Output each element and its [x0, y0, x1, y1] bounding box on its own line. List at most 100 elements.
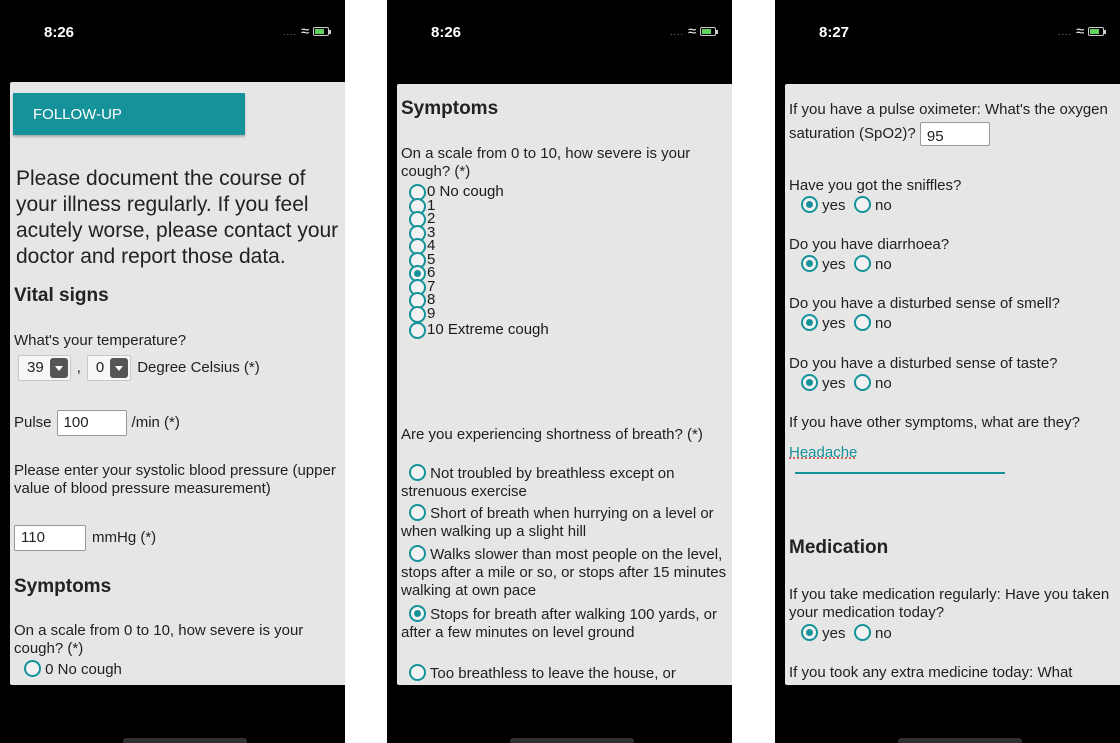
breath-option[interactable]: Too breathless to leave the house, or [397, 664, 732, 683]
symptoms-heading: Symptoms [401, 98, 499, 119]
cough-option[interactable]: 5 [409, 251, 549, 269]
intro-text: Please document the course of your illne… [16, 167, 339, 268]
pulse-input[interactable]: 100 [56, 410, 127, 436]
chevron-down-icon [110, 358, 129, 378]
radio-yes-selected[interactable] [801, 255, 818, 272]
radio-yes-selected[interactable] [801, 624, 818, 641]
decimal-separator: , [76, 359, 81, 376]
medication-question: If you take medication regularly: Have y… [789, 586, 1110, 621]
temperature-decimal-value: 0 [95, 359, 105, 376]
cough-scale: 0 No cough 1 2 3 4 5 6 7 8 9 10 Extreme … [409, 184, 549, 339]
radio-button[interactable] [409, 305, 426, 323]
text-field-underline [795, 472, 1005, 474]
radio-button[interactable] [409, 504, 426, 521]
radio-button[interactable] [409, 545, 426, 562]
cough-option[interactable]: 3 [409, 224, 549, 242]
battery-icon [313, 27, 332, 36]
status-icons: .... ≈ [283, 23, 332, 40]
spo2-input[interactable]: 95 [919, 122, 990, 147]
status-time: 8:26 [431, 24, 462, 41]
diarrhoea-options: yes no [785, 255, 1120, 274]
radio-no[interactable] [853, 314, 871, 331]
no-label: no [875, 625, 892, 642]
signal-icon: .... [283, 26, 298, 37]
radio-button-selected[interactable] [409, 605, 426, 622]
status-icons: .... ≈ [1058, 24, 1107, 39]
cough-option[interactable]: 2 [409, 211, 549, 228]
radio-yes-selected[interactable] [801, 196, 818, 213]
temperature-question: What's your temperature? [14, 332, 187, 349]
cough-option-0[interactable]: 0 No cough [10, 660, 345, 679]
breath-option-label: Stops for breath after walking 100 yards… [401, 606, 717, 641]
cough-option-label: 0 No cough [45, 661, 122, 678]
status-bar: 8:27 .... ≈ [775, 0, 1120, 80]
battery-icon [1088, 27, 1107, 36]
smell-options: yes no [785, 314, 1120, 333]
breath-option[interactable]: Short of breath when hurrying on a level… [397, 504, 732, 541]
yes-label: yes [822, 256, 846, 273]
cough-option[interactable]: 9 [409, 304, 549, 323]
breath-option-label: Not troubled by breathless except on str… [401, 465, 675, 500]
breath-question: Are you experiencing shortness of breath… [401, 426, 703, 443]
radio-no[interactable] [853, 196, 871, 213]
radio-yes-selected[interactable] [801, 314, 818, 331]
yes-label: yes [822, 197, 846, 214]
cough-option-label: 10 Extreme cough [427, 321, 549, 338]
medication-options: yes no [785, 624, 1120, 643]
breath-option-label: Too breathless to leave the house, or [429, 665, 676, 682]
cough-option[interactable]: 4 [409, 238, 549, 255]
app-content: Symptoms On a scale from 0 to 10, how se… [397, 84, 732, 685]
status-bar: 8:26 .... ≈ [0, 0, 345, 80]
bp-unit: mmHg (*) [92, 529, 157, 546]
no-label: no [875, 315, 892, 332]
wifi-icon: ≈ [301, 23, 310, 40]
radio-no[interactable] [853, 624, 871, 641]
home-indicator [510, 738, 634, 743]
radio-button[interactable] [409, 322, 426, 339]
cough-option[interactable]: 10 Extreme cough [409, 321, 549, 339]
cough-option[interactable]: 7 [409, 278, 549, 296]
pulse-row: Pulse 100 /min (*) [10, 410, 345, 436]
medication-heading: Medication [789, 537, 889, 558]
chevron-down-icon [49, 358, 68, 378]
yes-label: yes [822, 375, 846, 392]
cough-option[interactable]: 8 [409, 292, 549, 309]
other-symptoms-field[interactable]: Headache [785, 444, 1120, 462]
app-content: If you have a pulse oximeter: What's the… [785, 84, 1120, 685]
other-symptoms-value: Headache [789, 444, 858, 461]
temperature-whole-value: 39 [27, 359, 44, 376]
app-content: FOLLOW-UP Please document the course of … [10, 82, 345, 685]
other-symptoms-question: If you have other symptoms, what are the… [789, 414, 1080, 431]
radio-button[interactable] [409, 664, 426, 681]
breath-option[interactable]: Walks slower than most people on the lev… [397, 545, 732, 600]
radio-yes-selected[interactable] [801, 374, 818, 391]
radio-no[interactable] [853, 374, 871, 391]
cough-option[interactable]: 0 No cough [409, 184, 549, 201]
sniffles-question: Have you got the sniffles? [789, 177, 962, 194]
no-label: no [875, 375, 892, 392]
symptoms-heading: Symptoms [14, 576, 112, 597]
taste-question: Do you have a disturbed sense of taste? [789, 355, 1058, 372]
breath-option[interactable]: Not troubled by breathless except on str… [397, 464, 732, 501]
home-indicator [898, 738, 1022, 743]
bp-input[interactable]: 110 [14, 525, 86, 551]
status-icons: .... ≈ [670, 23, 719, 40]
cough-option-label: 9 [427, 304, 436, 322]
temperature-decimal-select[interactable]: 0 [86, 355, 132, 381]
radio-no[interactable] [853, 255, 871, 272]
breath-option[interactable]: Stops for breath after walking 100 yards… [397, 605, 732, 642]
bp-row: 110 mmHg (*) [10, 525, 345, 551]
follow-up-button[interactable]: FOLLOW-UP [13, 93, 245, 135]
extra-medicine-question: If you took any extra medicine today: Wh… [789, 664, 1073, 681]
status-bar: 8:26 .... ≈ [387, 0, 732, 80]
breath-option-label: Short of breath when hurrying on a level… [401, 505, 714, 540]
radio-button[interactable] [409, 464, 426, 481]
no-label: no [875, 197, 892, 214]
wifi-icon: ≈ [688, 23, 697, 40]
vital-signs-heading: Vital signs [14, 285, 109, 306]
cough-option[interactable]: 6 [409, 265, 549, 282]
smell-question: Do you have a disturbed sense of smell? [789, 295, 1060, 312]
temperature-whole-select[interactable]: 39 [18, 355, 71, 381]
radio-button[interactable] [24, 660, 41, 677]
sniffles-options: yes no [785, 196, 1120, 215]
